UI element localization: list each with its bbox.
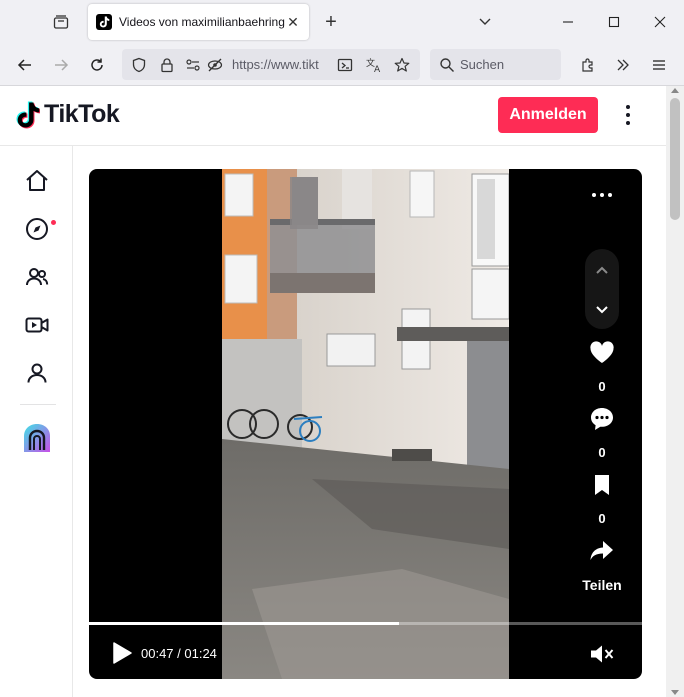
site-header: TikTok Anmelden	[0, 86, 666, 146]
compass-icon[interactable]	[22, 214, 52, 244]
save-count: 0	[598, 511, 606, 526]
close-tab-icon[interactable]: ✕	[285, 14, 301, 30]
extensions-icon[interactable]	[576, 53, 600, 77]
notification-dot	[51, 220, 56, 225]
navigation-toolbar: https://www.tikt 文A Suchen	[0, 44, 684, 86]
time-display: 00:47 / 01:24	[141, 646, 217, 661]
tiktok-page: TikTok Anmelden 0 0 0 Teilen 00:47 / 01:…	[0, 86, 666, 697]
scroll-down-arrow[interactable]	[671, 690, 679, 695]
share-icon[interactable]	[587, 536, 617, 566]
progress-fill	[89, 622, 399, 625]
minimize-icon[interactable]	[558, 12, 578, 32]
more-options-icon[interactable]	[592, 189, 612, 201]
search-icon	[438, 56, 456, 74]
tab-title: Videos von maximilianbaehring	[119, 15, 285, 29]
star-icon[interactable]	[393, 56, 411, 74]
video-frame[interactable]	[222, 169, 509, 679]
shield-icon[interactable]	[130, 56, 148, 74]
search-bar[interactable]: Suchen	[430, 49, 561, 80]
hamburger-menu-icon[interactable]	[647, 53, 671, 77]
scroll-up-arrow[interactable]	[671, 88, 679, 93]
svg-text:A: A	[374, 65, 381, 73]
tiktok-logo[interactable]: TikTok	[16, 100, 120, 129]
arrow-right-icon[interactable]	[49, 53, 73, 77]
tiktok-favicon-icon	[96, 14, 112, 30]
page-scrollbar[interactable]	[666, 86, 684, 697]
maximize-icon[interactable]	[604, 12, 624, 32]
lock-icon[interactable]	[158, 56, 176, 74]
logo-text: TikTok	[44, 100, 120, 128]
sidebar	[0, 146, 73, 697]
tiktok-logo-icon	[16, 101, 40, 128]
like-count: 0	[598, 379, 606, 394]
tab-bar: Videos von maximilianbaehring ✕ +	[0, 0, 684, 44]
login-button[interactable]: Anmelden	[498, 97, 598, 133]
translate-icon[interactable]: 文A	[365, 56, 383, 74]
comment-icon[interactable]	[587, 404, 617, 434]
chevron-up-icon[interactable]	[587, 255, 617, 285]
close-window-icon[interactable]	[650, 12, 670, 32]
more-options-icon[interactable]	[618, 102, 638, 128]
browser-chrome: Videos von maximilianbaehring ✕ + https:…	[0, 0, 684, 86]
progress-bar[interactable]	[89, 622, 642, 625]
users-icon[interactable]	[22, 262, 52, 292]
tracking-blocked-icon[interactable]	[206, 56, 224, 74]
comment-count: 0	[598, 445, 606, 460]
video-actions: 0 0 0 Teilen	[571, 169, 633, 609]
muted-speaker-icon[interactable]	[589, 643, 615, 665]
chevron-down-icon[interactable]	[587, 295, 617, 325]
url-bar[interactable]: https://www.tikt 文A	[122, 49, 420, 80]
search-placeholder: Suchen	[460, 57, 505, 72]
permissions-icon[interactable]	[184, 56, 202, 74]
home-icon[interactable]	[22, 166, 52, 196]
chevron-double-right-icon[interactable]	[611, 53, 635, 77]
share-label[interactable]: Teilen	[571, 577, 633, 593]
reload-icon[interactable]	[85, 53, 109, 77]
sidebar-divider	[20, 404, 56, 405]
video-player[interactable]: 0 0 0 Teilen 00:47 / 01:24	[89, 169, 642, 679]
reader-mode-icon[interactable]	[336, 56, 354, 74]
url-text[interactable]: https://www.tikt	[232, 57, 330, 72]
tab-list-icon[interactable]	[48, 10, 74, 34]
scroll-thumb[interactable]	[670, 98, 680, 220]
arch-logo-icon[interactable]	[21, 422, 53, 454]
live-video-icon[interactable]	[22, 310, 52, 340]
bookmark-icon[interactable]	[587, 470, 617, 500]
heart-icon[interactable]	[587, 338, 617, 368]
play-icon[interactable]	[111, 641, 133, 665]
video-controls: 00:47 / 01:24	[89, 619, 642, 679]
browser-tab[interactable]: Videos von maximilianbaehring ✕	[88, 4, 309, 40]
chevron-down-icon[interactable]	[477, 12, 493, 32]
plus-icon[interactable]: +	[320, 10, 342, 34]
user-icon[interactable]	[22, 358, 52, 388]
arrow-left-icon[interactable]	[13, 53, 37, 77]
